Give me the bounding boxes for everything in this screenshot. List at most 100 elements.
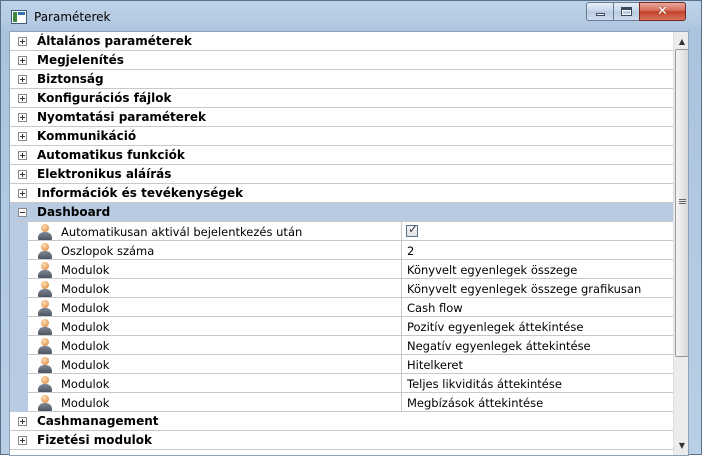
property-name-cell[interactable]: Modulok [28,298,402,317]
row-gutter [10,260,28,279]
user-icon-head [41,281,49,289]
expand-icon[interactable] [18,37,27,46]
property-row[interactable]: Modulok Könyvelt egyenlegek összege grafi… [10,279,673,298]
scroll-down-button[interactable]: ▼ [674,437,688,453]
category-row[interactable]: Általános paraméterek [10,32,673,51]
property-name: Modulok [61,282,110,296]
expand-icon[interactable] [18,189,27,198]
category-row[interactable]: Konfigurációs fájlok [10,89,673,108]
row-gutter [10,374,28,393]
property-value-cell[interactable]: Cash flow [403,298,673,317]
property-name-cell[interactable]: Modulok [28,393,402,412]
property-row[interactable]: Automatikusan aktivál bejelentkezés után… [10,222,673,241]
property-name-cell[interactable]: Modulok [28,336,402,355]
user-icon-body [38,384,52,392]
category-row[interactable]: Cashmanagement [10,412,673,431]
expand-icon[interactable] [18,56,27,65]
minimize-button[interactable] [586,2,614,21]
user-icon [37,281,53,297]
user-icon-head [41,262,49,270]
row-gutter [10,298,28,317]
category-row[interactable]: Megjelenítés [10,51,673,70]
property-value: Negatív egyenlegek áttekintése [407,339,591,353]
category-label: Elektronikus aláírás [37,167,172,181]
collapse-icon[interactable] [18,208,27,217]
property-value-cell[interactable]: 2 [403,241,673,260]
property-row[interactable]: Modulok Teljes likviditás áttekintése [10,374,673,393]
category-row[interactable]: Biztonság [10,70,673,89]
user-icon-head [41,357,49,365]
close-icon: ✕ [657,4,668,19]
property-name-cell[interactable]: Automatikusan aktivál bejelentkezés után [28,222,402,241]
category-row[interactable]: Automatikus funkciók [10,146,673,165]
expand-icon[interactable] [18,132,27,141]
category-row[interactable]: Fizetési modulok [10,431,673,450]
scroll-thumb[interactable] [675,49,688,357]
property-value: 2 [407,244,415,258]
row-gutter [10,241,28,260]
property-name-cell[interactable]: Modulok [28,260,402,279]
vertical-scrollbar[interactable]: ▲ ▼ [673,32,688,455]
property-value-cell[interactable]: Teljes likviditás áttekintése [403,374,673,393]
user-icon [37,300,53,316]
scroll-up-button[interactable]: ▲ [674,33,688,49]
property-value-cell[interactable]: Hitelkeret [403,355,673,374]
property-name-cell[interactable]: Modulok [28,317,402,336]
expand-icon[interactable] [18,170,27,179]
row-gutter [10,336,28,355]
window-title: Paraméterek [34,10,111,24]
property-value-cell[interactable]: Pozitív egyenlegek áttekintése [403,317,673,336]
title-bar[interactable]: Paraméterek ✕ [1,1,701,33]
expand-icon[interactable] [18,417,27,426]
category-label: Megjelenítés [37,53,124,67]
row-gutter [10,355,28,374]
user-icon-head [41,395,49,403]
category-row[interactable]: Kommunikáció [10,127,673,146]
category-row[interactable]: Nyomtatási paraméterek [10,108,673,127]
category-row[interactable]: Információk és tevékenységek [10,184,673,203]
close-button[interactable]: ✕ [639,2,686,21]
user-icon-body [38,289,52,297]
property-name-cell[interactable]: Modulok [28,374,402,393]
property-row[interactable]: Modulok Könyvelt egyenlegek összege [10,260,673,279]
user-icon-body [38,365,52,373]
expand-icon[interactable] [18,151,27,160]
property-value: Könyvelt egyenlegek összege [407,263,578,277]
expand-icon[interactable] [18,436,27,445]
property-value-cell[interactable]: ✓ [403,222,673,241]
user-icon-body [38,308,52,316]
maximize-button[interactable] [613,2,640,21]
property-value-cell[interactable]: Negatív egyenlegek áttekintése [403,336,673,355]
property-value: Könyvelt egyenlegek összege grafikusan [407,282,642,296]
user-icon-body [38,327,52,335]
category-label: Dashboard [37,205,111,219]
expand-icon[interactable] [18,113,27,122]
property-row[interactable]: Modulok Cash flow [10,298,673,317]
property-value-cell[interactable]: Könyvelt egyenlegek összege grafikusan [403,279,673,298]
expand-icon[interactable] [18,94,27,103]
property-grid-container: Általános paraméterek Megjelenítés Biztons… [9,31,689,456]
category-label: Biztonság [37,72,104,86]
user-icon [37,224,53,240]
property-name-cell[interactable]: Oszlopok száma [28,241,402,260]
category-row[interactable]: Dashboard [10,203,673,222]
property-row[interactable]: Modulok Hitelkeret [10,355,673,374]
property-value: Cash flow [407,301,463,315]
user-icon-body [38,270,52,278]
property-row[interactable]: Modulok Megbízások áttekintése [10,393,673,412]
property-name: Modulok [61,301,110,315]
property-row[interactable]: Oszlopok száma 2 [10,241,673,260]
user-icon [37,395,53,411]
property-row[interactable]: Modulok Pozitív egyenlegek áttekintése [10,317,673,336]
property-row[interactable]: Modulok Negatív egyenlegek áttekintése [10,336,673,355]
property-name: Modulok [61,377,110,391]
property-value-cell[interactable]: Megbízások áttekintése [403,393,673,412]
expand-icon[interactable] [18,75,27,84]
category-row[interactable]: Elektronikus aláírás [10,165,673,184]
user-icon-head [41,243,49,251]
user-icon [37,376,53,392]
property-name-cell[interactable]: Modulok [28,355,402,374]
property-value-cell[interactable]: Könyvelt egyenlegek összege [403,260,673,279]
property-name-cell[interactable]: Modulok [28,279,402,298]
auto-activate-checkbox[interactable]: ✓ [406,223,418,237]
